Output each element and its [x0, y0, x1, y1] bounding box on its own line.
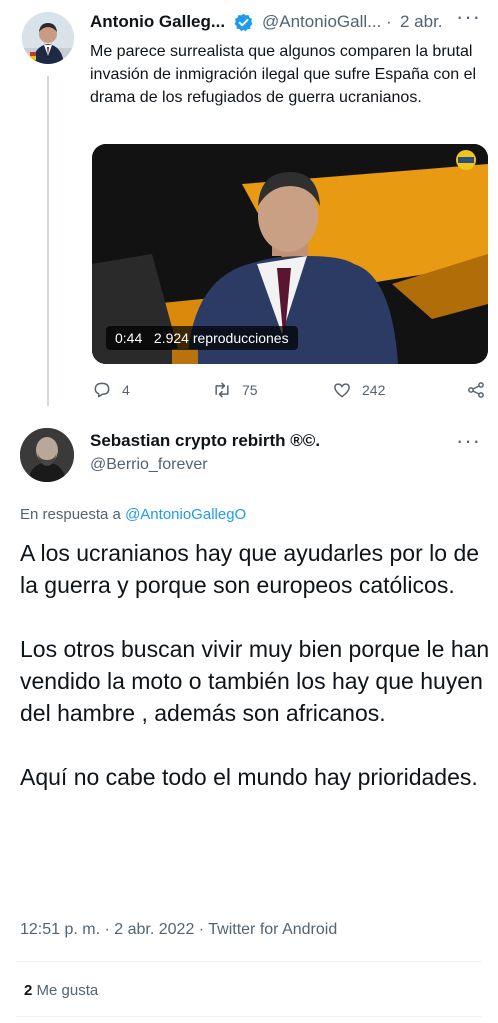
- more-icon[interactable]: ···: [456, 4, 481, 30]
- share-button[interactable]: [466, 376, 486, 404]
- author-name[interactable]: Sebastian crypto rebirth ®©.: [90, 431, 320, 451]
- tweet-date[interactable]: 2 abr.: [400, 12, 443, 32]
- separator-dot: ·: [386, 12, 392, 31]
- video-info-badge: 0:44 2.924 reproducciones: [106, 326, 298, 350]
- tweet-timestamp-source[interactable]: 12:51 p. m. · 2 abr. 2022 · Twitter for …: [20, 921, 337, 939]
- thread-connector: [47, 76, 49, 406]
- more-icon[interactable]: ···: [456, 428, 481, 454]
- video-duration: 0:44: [115, 330, 143, 346]
- author-handle[interactable]: @Berrio_forever: [90, 456, 208, 474]
- reply-icon: [94, 382, 110, 398]
- share-icon: [468, 382, 484, 398]
- reply-mention-link[interactable]: @AntonioGallegO: [125, 506, 246, 523]
- in-reply-prefix: En respuesta a: [20, 506, 121, 523]
- tweet-paragraph: A los ucranianos hay que ayudarles por l…: [20, 540, 480, 598]
- avatar[interactable]: [20, 428, 74, 482]
- tweet-paragraph: Aquí no cabe todo el mundo hay prioridad…: [20, 764, 478, 790]
- likes-summary[interactable]: 2 Me gusta: [24, 982, 98, 999]
- retweet-count: 75: [242, 382, 258, 398]
- tweet-paragraph: Los otros buscan vivir muy bien porque l…: [20, 636, 490, 726]
- tweet-text: A los ucranianos hay que ayudarles por l…: [20, 537, 490, 793]
- like-button[interactable]: 242: [332, 376, 385, 404]
- author-handle[interactable]: @AntonioGall...: [262, 12, 381, 32]
- retweet-button[interactable]: 75: [212, 376, 258, 404]
- retweet-icon: [215, 382, 229, 398]
- in-reply-to: En respuesta a @AntonioGallegO: [20, 506, 246, 523]
- like-icon: [334, 383, 350, 398]
- reply-button[interactable]: 4: [92, 376, 130, 404]
- reply-count: 4: [122, 382, 130, 398]
- avatar[interactable]: [22, 12, 74, 64]
- likes-label: Me gusta: [36, 982, 99, 999]
- verified-icon: [234, 13, 253, 32]
- tweet-actions: 4 75 242: [92, 376, 492, 404]
- avatar-image: [20, 428, 74, 482]
- likes-count: 2: [24, 982, 33, 999]
- divider: [16, 1016, 482, 1017]
- avatar-image: [22, 12, 74, 64]
- like-count: 242: [362, 382, 386, 398]
- author-name[interactable]: Antonio Galleg...: [90, 12, 225, 32]
- divider: [16, 961, 482, 962]
- video-views: 2.924 reproducciones: [153, 330, 289, 346]
- tweet-text: Me parece surrealista que algunos compar…: [90, 43, 477, 106]
